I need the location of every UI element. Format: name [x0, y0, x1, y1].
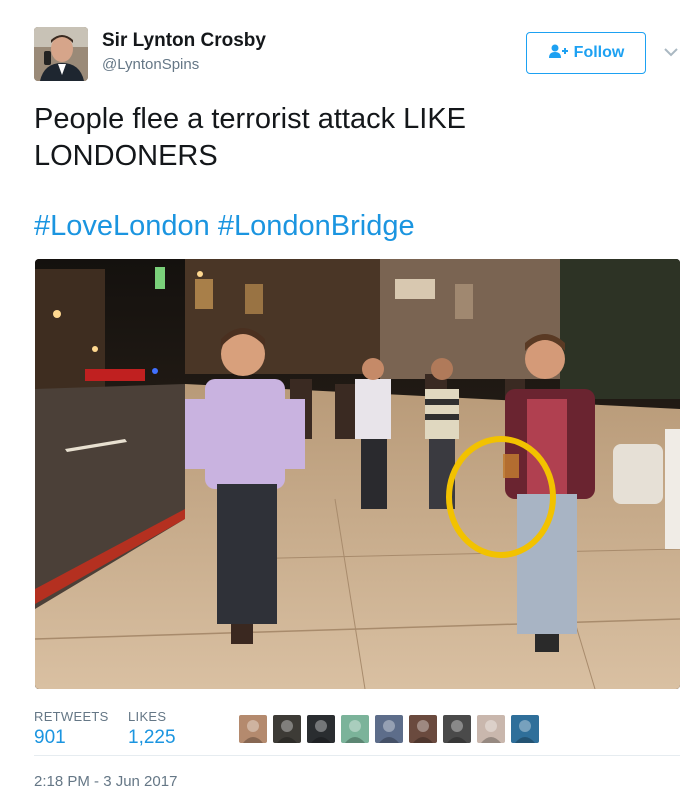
add-user-icon: [548, 44, 568, 63]
liker-avatar[interactable]: [307, 715, 335, 743]
divider: [34, 755, 680, 756]
hashtag-londonbridge[interactable]: #LondonBridge: [218, 210, 415, 242]
tweet-text: People flee a terrorist attack LIKE LOND…: [34, 103, 466, 172]
retweets-count[interactable]: 901: [34, 727, 66, 749]
liker-avatar[interactable]: [375, 715, 403, 743]
chevron-down-icon[interactable]: [662, 44, 680, 60]
liker-avatar[interactable]: [341, 715, 369, 743]
tweet-timestamp[interactable]: 2:18 PM - 3 Jun 2017: [34, 773, 177, 790]
liker-avatar[interactable]: [511, 715, 539, 743]
author-handle[interactable]: @LyntonSpins: [102, 56, 199, 73]
liker-avatar[interactable]: [273, 715, 301, 743]
tweet-hashtags: #LoveLondon #LondonBridge: [34, 210, 415, 243]
liker-avatar[interactable]: [239, 715, 267, 743]
retweets-label: RETWEETS: [34, 709, 109, 724]
likes-label: LIKES: [128, 709, 167, 724]
author-name[interactable]: Sir Lynton Crosby: [102, 30, 266, 52]
follow-label: Follow: [573, 44, 625, 61]
tweet-photo[interactable]: [35, 259, 680, 689]
author-avatar[interactable]: [34, 27, 88, 81]
liker-avatar[interactable]: [443, 715, 471, 743]
liker-avatar[interactable]: [477, 715, 505, 743]
follow-button[interactable]: Follow: [526, 32, 646, 74]
hashtag-lovelondon[interactable]: #LoveLondon: [34, 210, 210, 242]
liker-avatar[interactable]: [409, 715, 437, 743]
likes-count[interactable]: 1,225: [128, 727, 176, 749]
